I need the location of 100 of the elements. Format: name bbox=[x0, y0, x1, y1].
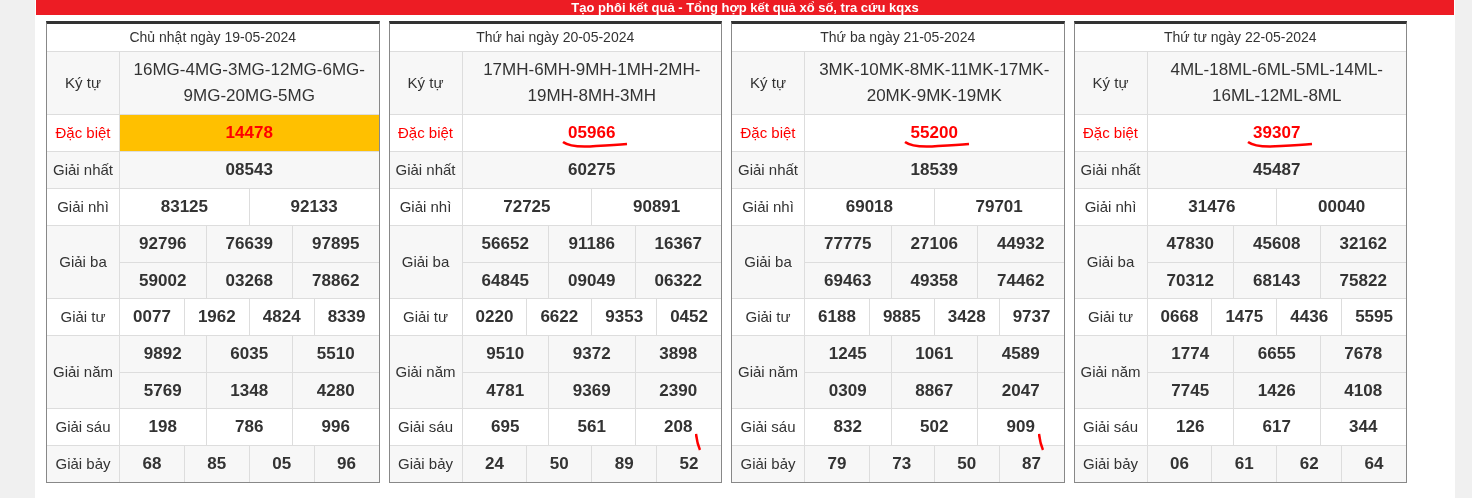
banner-title: Tạo phôi kết quả - Tổng hợp kết quả xổ số, tra cứu kqxs bbox=[571, 1, 919, 15]
prize-number: 77775 bbox=[823, 233, 873, 256]
row-label: Giải ba bbox=[389, 226, 463, 298]
prize-number: 49358 bbox=[890, 263, 977, 298]
row-label: Giải năm bbox=[389, 336, 463, 408]
prize-number: 59002 bbox=[138, 269, 188, 292]
special-prize-number: 39307 bbox=[1147, 115, 1406, 151]
prize-number: 52 bbox=[656, 446, 721, 482]
prize-number: 5510 bbox=[292, 336, 379, 372]
prize-number: 45487 bbox=[1252, 159, 1302, 182]
row-label: Giải nhì bbox=[47, 189, 120, 225]
prize-number: 91186 bbox=[548, 226, 635, 262]
code-list: 3MK-10MK-8MK-11MK-17MK-20MK-9MK-19MK bbox=[805, 52, 1064, 114]
prize-number: 79 bbox=[826, 453, 848, 476]
prize-number: 5769 bbox=[142, 379, 183, 402]
prize-number: 2047 bbox=[977, 373, 1064, 408]
prize-number: 1475 bbox=[1211, 299, 1277, 335]
prize-number: 832 bbox=[832, 416, 863, 439]
prize-number: 70312 bbox=[1165, 269, 1215, 292]
prize-number: 06 bbox=[1168, 453, 1190, 476]
prize-number: 1348 bbox=[205, 373, 292, 408]
row-label: Giải năm bbox=[1074, 336, 1148, 408]
prize-number: 1061 bbox=[890, 336, 977, 372]
prize-number: 344 bbox=[1319, 409, 1406, 445]
prize-number: 8867 bbox=[890, 373, 977, 408]
prize-number: 73 bbox=[868, 446, 934, 482]
prize-number: 68143 bbox=[1233, 263, 1320, 298]
row-label: Đặc biệt bbox=[389, 115, 463, 151]
code-list: 4ML-18ML-6ML-5ML-14ML-16ML-12ML-8ML bbox=[1147, 52, 1406, 114]
prize-number: 75822 bbox=[1319, 263, 1406, 298]
prize-number: 7745 bbox=[1170, 379, 1211, 402]
code-list: 16MG-4MG-3MG-12MG-6MG-9MG-20MG-5MG bbox=[120, 52, 379, 114]
prize-number: 8339 bbox=[313, 299, 379, 335]
prize-number: 1426 bbox=[1233, 373, 1320, 408]
prize-number: 996 bbox=[292, 409, 379, 445]
row-label: Ký tự bbox=[732, 52, 805, 114]
prize-number: 9885 bbox=[868, 299, 934, 335]
code-list: 17MH-6MH-9MH-1MH-2MH-19MH-8MH-3MH bbox=[462, 52, 721, 114]
prize-number: 61 bbox=[1211, 446, 1277, 482]
prize-number: 89 bbox=[591, 446, 657, 482]
prize-number: 4436 bbox=[1276, 299, 1342, 335]
row-label: Giải sáu bbox=[1074, 409, 1148, 445]
row-label: Giải năm bbox=[47, 336, 120, 408]
row-label: Giải ba bbox=[1074, 226, 1148, 298]
prize-number: 27106 bbox=[890, 226, 977, 262]
row-label: Ký tự bbox=[389, 52, 463, 114]
prize-number: 9353 bbox=[591, 299, 657, 335]
prize-number: 6655 bbox=[1233, 336, 1320, 372]
prize-number: 83125 bbox=[159, 196, 209, 219]
prize-number: 79701 bbox=[933, 189, 1064, 225]
prize-number: 96 bbox=[313, 446, 379, 482]
row-label: Giải nhất bbox=[389, 152, 463, 188]
row-label: Giải bảy bbox=[389, 446, 463, 482]
prize-number: 16367 bbox=[634, 226, 721, 262]
row-label: Giải tư bbox=[732, 299, 805, 335]
prize-number: 47830 bbox=[1165, 233, 1215, 256]
row-label: Giải bảy bbox=[732, 446, 805, 482]
prize-number: 3428 bbox=[933, 299, 999, 335]
prize-number: 0220 bbox=[474, 306, 515, 329]
prize-number: 9737 bbox=[998, 299, 1064, 335]
row-label: Giải tư bbox=[389, 299, 463, 335]
prize-number: 60275 bbox=[567, 159, 617, 182]
prize-number: 6622 bbox=[526, 299, 592, 335]
prize-number: 97895 bbox=[292, 226, 379, 262]
prize-number: 9510 bbox=[485, 343, 526, 366]
prize-number: 1774 bbox=[1170, 343, 1211, 366]
row-label: Giải bảy bbox=[1074, 446, 1148, 482]
prize-number: 64 bbox=[1341, 446, 1406, 482]
prize-number: 68 bbox=[141, 453, 163, 476]
prize-number: 56652 bbox=[480, 233, 530, 256]
row-label: Giải tư bbox=[47, 299, 120, 335]
prize-number: 9372 bbox=[548, 336, 635, 372]
special-prize-number: 05966 bbox=[462, 115, 721, 151]
prize-number: 6188 bbox=[817, 306, 857, 329]
prize-number: 198 bbox=[147, 416, 178, 439]
prize-number: 502 bbox=[890, 409, 977, 445]
special-prize-number: 14478 bbox=[120, 115, 379, 151]
prize-number: 00040 bbox=[1276, 189, 1406, 225]
prize-number: 31476 bbox=[1187, 196, 1237, 219]
row-label: Đặc biệt bbox=[1074, 115, 1148, 151]
prize-number: 78862 bbox=[292, 263, 379, 298]
special-prize-number: 55200 bbox=[805, 115, 1064, 151]
prize-number: 0452 bbox=[656, 299, 721, 335]
prize-number: 561 bbox=[548, 409, 635, 445]
row-label: Giải sáu bbox=[732, 409, 805, 445]
prize-number: 92133 bbox=[248, 189, 379, 225]
prize-number: 4781 bbox=[485, 379, 526, 402]
row-label: Ký tự bbox=[47, 52, 120, 114]
prize-number: 1245 bbox=[827, 343, 868, 366]
prize-number: 4589 bbox=[977, 336, 1064, 372]
prize-number: 69018 bbox=[844, 196, 894, 219]
prize-number: 5595 bbox=[1341, 299, 1406, 335]
prize-number: 90891 bbox=[591, 189, 721, 225]
row-label: Giải nhất bbox=[732, 152, 805, 188]
row-label: Giải tư bbox=[1074, 299, 1148, 335]
prize-number: 05 bbox=[248, 446, 314, 482]
prize-number: 50 bbox=[526, 446, 592, 482]
prize-number: 786 bbox=[205, 409, 292, 445]
prize-number: 69463 bbox=[823, 269, 873, 292]
prize-number: 72725 bbox=[502, 196, 552, 219]
